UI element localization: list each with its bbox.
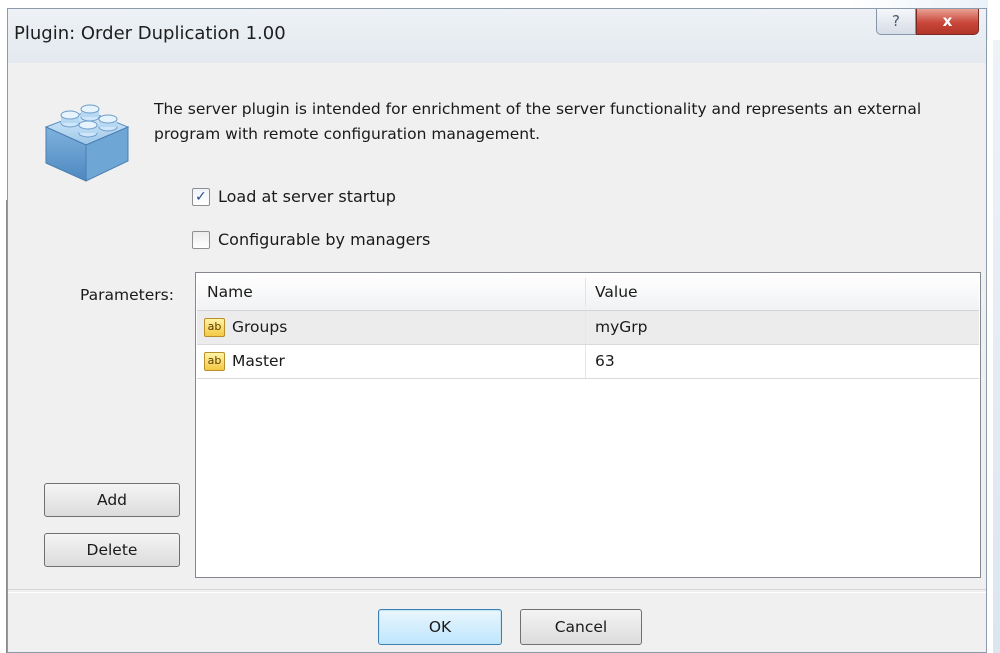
close-icon: x [942,12,953,30]
string-value-icon: ab [204,352,225,371]
help-button[interactable]: ? [876,9,916,35]
column-header-name[interactable]: Name [207,274,253,310]
parameters-grid[interactable]: Name Value ab Groups myGrp ab Master 63 [195,272,981,578]
column-divider[interactable] [585,278,586,306]
load-at-startup-label[interactable]: Load at server startup [218,187,396,206]
add-button[interactable]: Add [44,483,180,517]
row-value[interactable]: myGrp [595,311,648,344]
checkmark-icon: ✓ [195,189,207,205]
configurable-by-managers-checkbox[interactable] [192,231,210,249]
background-right-bar [993,40,1000,653]
ok-button[interactable]: OK [378,609,502,645]
cell-divider [585,345,586,378]
close-button[interactable]: x [916,9,979,35]
title-buttons: ? x [876,9,979,39]
delete-button[interactable]: Delete [44,533,180,567]
plugin-dialog: Plugin: Order Duplication 1.00 ? x The s… [7,8,987,653]
plugin-description: The server plugin is intended for enrich… [154,97,974,147]
row-value[interactable]: 63 [595,345,615,378]
cancel-button[interactable]: Cancel [520,609,642,645]
configurable-by-managers-label[interactable]: Configurable by managers [218,230,430,249]
grid-header: Name Value [197,274,979,311]
cell-divider [585,311,586,344]
table-row[interactable]: ab Groups myGrp [197,311,979,345]
plugin-brick-icon [44,104,130,182]
parameters-label: Parameters: [80,286,174,304]
column-header-value[interactable]: Value [595,274,638,310]
table-row[interactable]: ab Master 63 [197,345,979,379]
button-separator [8,589,986,593]
help-icon: ? [892,12,900,30]
load-at-startup-checkbox[interactable]: ✓ [192,188,210,206]
title-bar[interactable]: Plugin: Order Duplication 1.00 ? x [8,9,986,63]
description-line-1: The server plugin is intended for enrich… [154,100,922,118]
row-name[interactable]: Groups [232,311,287,344]
string-value-icon: ab [204,318,225,337]
window-title: Plugin: Order Duplication 1.00 [14,23,286,44]
row-name[interactable]: Master [232,345,285,378]
description-line-2: program with remote configuration manage… [154,125,541,143]
